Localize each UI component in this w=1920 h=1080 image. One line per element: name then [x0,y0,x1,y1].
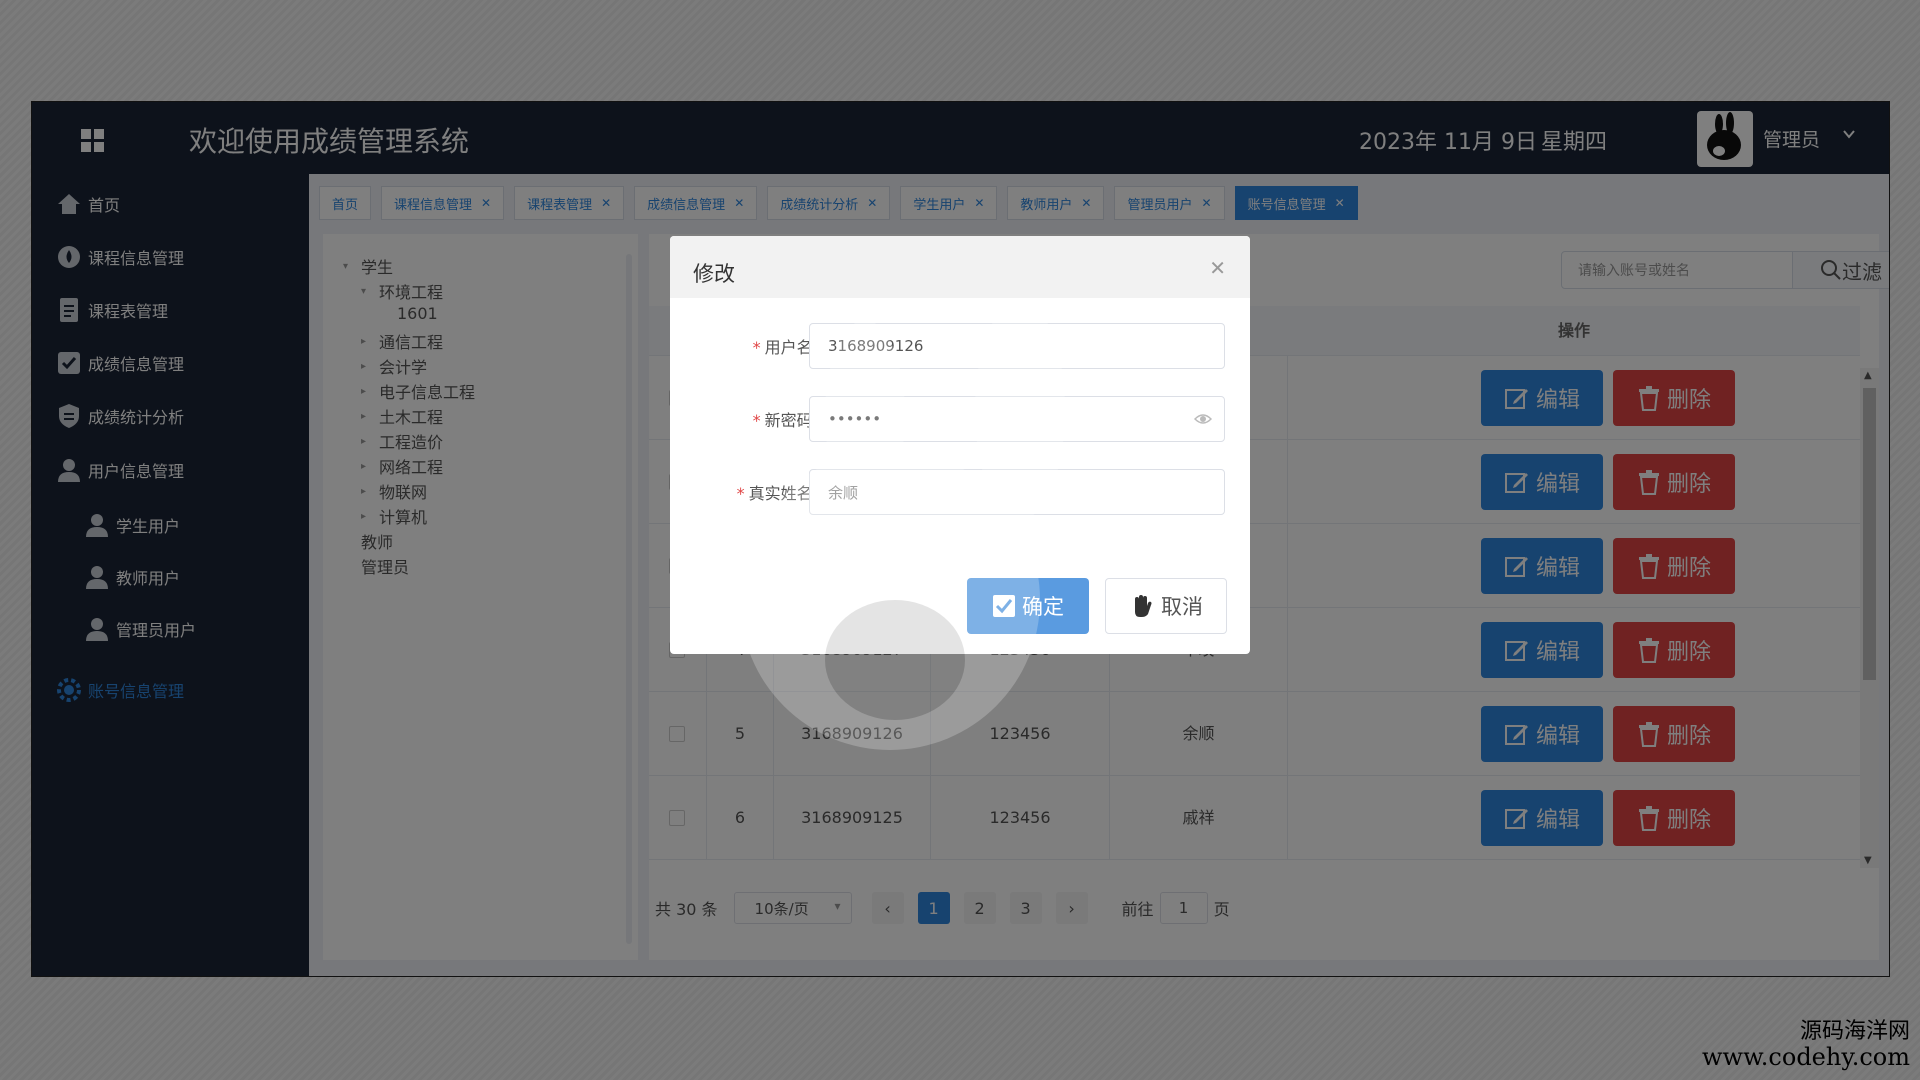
realname-label: * 真实姓名: [736,484,818,503]
confirm-label: 确定 [1022,595,1064,619]
dialog-title: 修改 [693,262,735,286]
cancel-button[interactable]: 取消 [1105,578,1227,634]
username-field[interactable]: 3168909126 [809,323,1225,369]
site-url: www.codehy.com [1702,1043,1910,1071]
password-value: •••••• [828,410,882,428]
realname-field[interactable]: 余顺 [809,469,1225,515]
hand-icon [1135,595,1152,617]
label-text: 真实姓名: [748,484,818,503]
edit-dialog: 修改 ✕ * 用户名: 3168909126 * 新密码: •••••• * 真实姓名… [670,236,1250,654]
confirm-button[interactable]: 确定 [967,578,1089,634]
dialog-header: 修改 ✕ [670,236,1250,298]
close-icon[interactable]: ✕ [1209,256,1226,280]
check-square-icon [993,595,1015,617]
site-watermark: 源码海洋网 www.codehy.com [1702,1019,1910,1071]
site-name: 源码海洋网 [1799,1019,1910,1044]
cancel-label: 取消 [1161,595,1203,619]
eye-icon[interactable] [1193,410,1213,432]
password-field[interactable]: •••••• [809,396,1225,442]
